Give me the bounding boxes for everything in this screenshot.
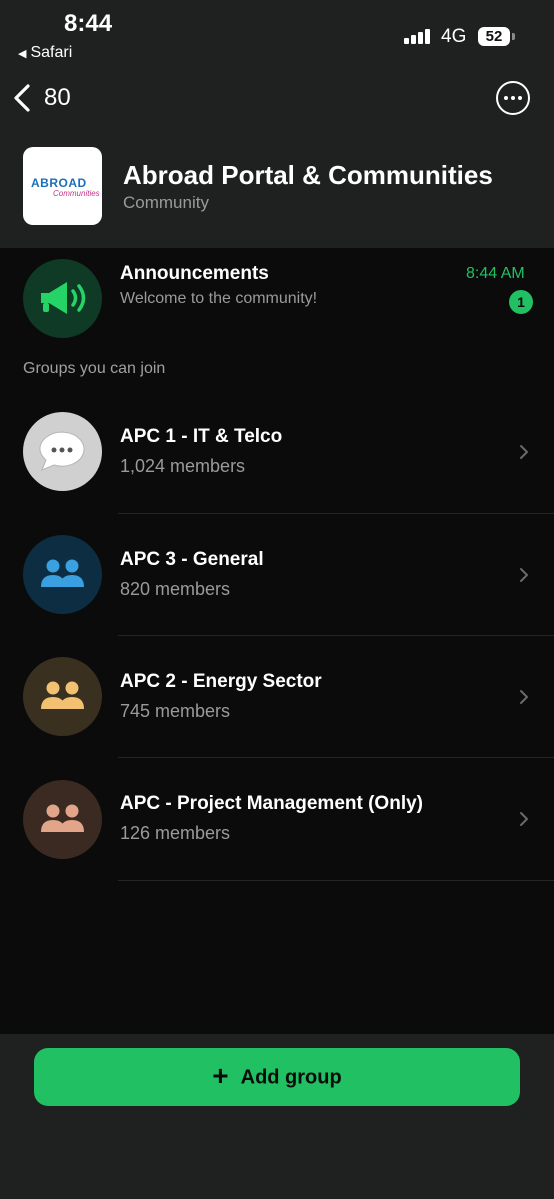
unread-badge: 1 xyxy=(509,290,533,314)
community-logo: ABROAD Communities xyxy=(23,147,102,225)
group-members: 745 members xyxy=(120,701,231,721)
add-group-button[interactable]: + Add group xyxy=(34,1048,520,1106)
chevron-right-icon xyxy=(520,445,528,459)
announcements-time: 8:44 AM xyxy=(466,265,525,282)
announcements-title: Announcements xyxy=(120,263,269,284)
group-members: 820 members xyxy=(120,579,231,599)
row-divider xyxy=(118,880,554,881)
more-options-icon[interactable] xyxy=(496,81,530,115)
group-row[interactable]: APC - Project Management (Only) 126 memb… xyxy=(0,758,554,882)
community-title: Abroad Portal & Communities xyxy=(123,160,493,190)
network-type: 4G xyxy=(441,26,467,47)
logo-text: ABROAD xyxy=(31,176,87,190)
add-group-label: Add group xyxy=(240,1066,342,1089)
group-row[interactable]: APC 3 - General 820 members xyxy=(0,514,554,636)
chevron-right-icon xyxy=(520,690,528,704)
group-name: APC 2 - Energy Sector xyxy=(120,671,322,692)
group-row[interactable]: APC 2 - Energy Sector 745 members xyxy=(0,636,554,758)
group-name: APC 3 - General xyxy=(120,549,264,570)
group-name: APC - Project Management (Only) xyxy=(120,793,423,814)
group-members: 126 members xyxy=(120,823,231,843)
battery-nub xyxy=(512,33,515,40)
group-icon xyxy=(23,535,102,614)
group-icon xyxy=(23,780,102,859)
chevron-right-icon xyxy=(520,812,528,826)
group-members: 1,024 members xyxy=(120,456,246,476)
announcements-preview: Welcome to the community! xyxy=(120,290,318,307)
logo-subtext: Communities xyxy=(53,189,100,198)
back-to-safari[interactable]: ◀ Safari xyxy=(18,44,72,62)
signal-icon xyxy=(404,28,434,46)
back-count[interactable]: 80 xyxy=(44,84,71,112)
chat-bubble-icon xyxy=(23,412,102,491)
megaphone-icon xyxy=(23,259,102,338)
status-time: 8:44 xyxy=(64,10,113,37)
battery-icon: 52 xyxy=(478,27,510,46)
group-row[interactable]: APC 1 - IT & Telco 1,024 members xyxy=(0,392,554,514)
chevron-right-icon xyxy=(520,568,528,582)
group-icon xyxy=(23,657,102,736)
plus-icon: + xyxy=(212,1059,229,1091)
back-chevron-icon[interactable] xyxy=(10,82,40,114)
section-label: Groups you can join xyxy=(23,360,166,377)
back-triangle-icon: ◀ xyxy=(18,48,27,60)
group-name: APC 1 - IT & Telco xyxy=(120,426,283,447)
community-type: Community xyxy=(123,193,209,212)
back-app-label: Safari xyxy=(30,44,73,61)
